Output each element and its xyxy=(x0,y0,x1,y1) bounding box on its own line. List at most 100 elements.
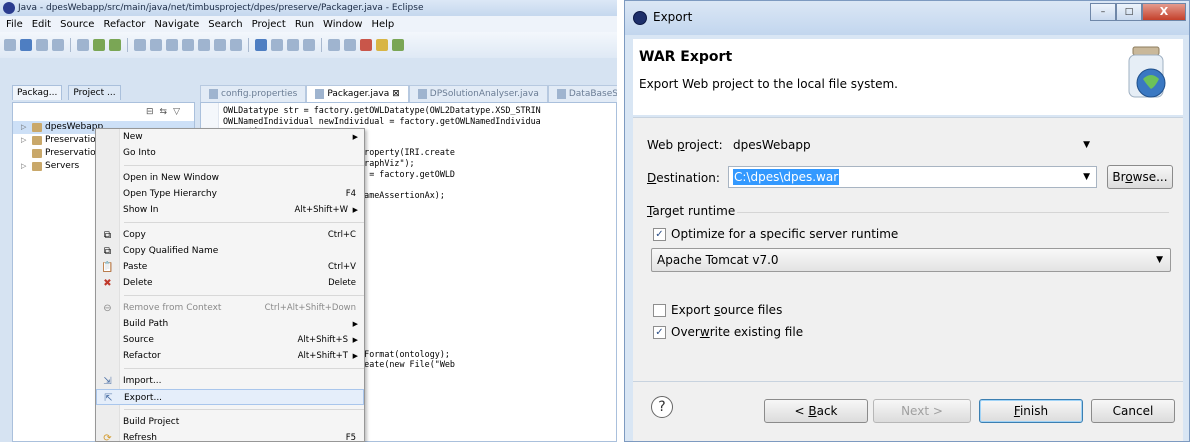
wizard-header: WAR Export Export Web project to the loc… xyxy=(633,39,1183,115)
editor-tab-database[interactable]: DataBaseSche xyxy=(547,85,617,102)
menu-file[interactable]: File xyxy=(6,19,23,30)
menu-item-build-path[interactable]: Build Path ▶ xyxy=(96,316,364,332)
toolbar-tool-icon[interactable] xyxy=(166,39,178,51)
toolbar-tool-icon[interactable] xyxy=(376,39,388,51)
tab-project-explorer[interactable]: Project ... xyxy=(68,84,121,100)
menu-item-show-in[interactable]: Show In Alt+Shift+W ▶ xyxy=(96,202,364,218)
toolbar-tool-icon[interactable] xyxy=(344,39,356,51)
properties-file-icon xyxy=(209,89,218,99)
save-icon[interactable] xyxy=(20,39,32,51)
web-project-combo[interactable]: dpesWebapp ▼ xyxy=(728,134,1097,156)
editor-tab-dpsolution[interactable]: DPSolutionAnalyser.java xyxy=(408,85,548,102)
overwrite-label: Overwrite existing file xyxy=(671,325,803,339)
menu-item-new[interactable]: New ▶ xyxy=(96,129,364,145)
expand-arrow-icon[interactable]: ▷ xyxy=(21,134,29,147)
collapse-all-icon[interactable]: ⊟ xyxy=(146,107,154,117)
toolbar-tool-icon[interactable] xyxy=(271,39,283,51)
menu-window[interactable]: Window xyxy=(323,19,362,30)
menu-item-delete[interactable]: ✖ Delete Delete xyxy=(96,275,364,291)
toolbar-tool-icon[interactable] xyxy=(214,39,226,51)
cancel-button[interactable]: Cancel xyxy=(1091,399,1175,423)
new-icon[interactable] xyxy=(4,39,16,51)
chevron-down-icon[interactable]: ▼ xyxy=(1156,249,1163,271)
menu-item-refactor[interactable]: Refactor Alt+Shift+T ▶ xyxy=(96,348,364,364)
menu-item-label: Build Project xyxy=(123,417,180,427)
menu-refactor[interactable]: Refactor xyxy=(103,19,145,30)
stop-icon[interactable] xyxy=(360,39,372,51)
menu-separator xyxy=(124,222,364,223)
menu-item-label: Build Path xyxy=(123,319,169,329)
button-text: wse... xyxy=(1132,170,1168,184)
run-icon[interactable] xyxy=(109,39,121,51)
menu-project[interactable]: Project xyxy=(252,19,286,30)
build-icon[interactable] xyxy=(77,39,89,51)
finish-button[interactable]: Finish xyxy=(979,399,1083,423)
toolbar-tool-icon[interactable] xyxy=(303,39,315,51)
menu-item-import[interactable]: ⇲ Import... xyxy=(96,373,364,389)
mnemonic: B xyxy=(808,404,817,418)
close-button[interactable]: X xyxy=(1142,3,1186,21)
next-button[interactable]: Next > xyxy=(873,399,971,423)
menu-item-export[interactable]: ⇱ Export... xyxy=(96,389,364,405)
menu-edit[interactable]: Edit xyxy=(32,19,51,30)
browse-button[interactable]: Browse... xyxy=(1107,165,1173,189)
eclipse-menu-bar: File Edit Source Refactor Navigate Searc… xyxy=(0,16,617,32)
close-icon[interactable]: ⊠ xyxy=(392,89,400,99)
tab-package-explorer[interactable]: Packag... xyxy=(12,84,63,100)
wizard-description: Export Web project to the local file sys… xyxy=(639,77,898,91)
help-icon[interactable]: ? xyxy=(651,396,673,418)
menu-search[interactable]: Search xyxy=(208,19,242,30)
destination-combo[interactable]: C:\dpes\dpes.war ▼ xyxy=(728,166,1097,188)
editor-tab-label: config.properties xyxy=(221,89,298,99)
menu-item-remove-from-context[interactable]: ⊖ Remove from Context Ctrl+Alt+Shift+Down xyxy=(96,300,364,316)
menu-source[interactable]: Source xyxy=(60,19,94,30)
print-icon[interactable] xyxy=(52,39,64,51)
toolbar-tool-icon[interactable] xyxy=(134,39,146,51)
menu-item-paste[interactable]: 📋 Paste Ctrl+V xyxy=(96,259,364,275)
debug-icon[interactable] xyxy=(93,39,105,51)
toolbar-tool-icon[interactable] xyxy=(287,39,299,51)
runtime-select[interactable]: Apache Tomcat v7.0 ▼ xyxy=(651,248,1171,272)
button-text: < xyxy=(794,404,809,418)
wizard-title: WAR Export xyxy=(639,49,733,65)
run-config-icon[interactable] xyxy=(392,39,404,51)
toolbar-tool-icon[interactable] xyxy=(230,39,242,51)
chevron-down-icon[interactable]: ▼ xyxy=(1083,167,1090,187)
expand-arrow-icon[interactable]: ▷ xyxy=(21,121,29,134)
chevron-down-icon[interactable]: ▼ xyxy=(1083,135,1090,155)
editor-tab-config[interactable]: config.properties xyxy=(200,85,307,102)
menu-item-refresh[interactable]: ⟳ Refresh F5 xyxy=(96,430,364,441)
optimize-checkbox[interactable]: ✓ xyxy=(653,228,666,241)
menu-run[interactable]: Run xyxy=(295,19,314,30)
eclipse-title: Java - dpesWebapp/src/main/java/net/timb… xyxy=(18,3,424,13)
export-source-checkbox[interactable] xyxy=(653,304,666,317)
toolbar-tool-icon[interactable] xyxy=(182,39,194,51)
toolbar-tool-icon[interactable] xyxy=(328,39,340,51)
menu-navigate[interactable]: Navigate xyxy=(154,19,199,30)
view-menu-icon[interactable]: ▽ xyxy=(173,107,180,117)
menu-help[interactable]: Help xyxy=(371,19,394,30)
code-line[interactable]: OWLDatatype str = factory.getOWLDatatype… xyxy=(223,105,616,116)
overwrite-checkbox[interactable]: ✓ xyxy=(653,326,666,339)
code-line[interactable]: OWLNamedIndividual newIndividual = facto… xyxy=(223,116,616,127)
toolbar-tool-icon[interactable] xyxy=(198,39,210,51)
menu-item-go-into[interactable]: Go Into xyxy=(96,145,364,161)
menu-item-copy[interactable]: ⧉ Copy Ctrl+C xyxy=(96,227,364,243)
menu-item-source[interactable]: Source Alt+Shift+S ▶ xyxy=(96,332,364,348)
mnemonic: w xyxy=(699,325,710,339)
menu-item-open-type-hierarchy[interactable]: Open Type Hierarchy F4 xyxy=(96,186,364,202)
editor-tab-packager[interactable]: Packager.java ⊠ xyxy=(306,85,409,102)
save-all-icon[interactable] xyxy=(36,39,48,51)
menu-item-build-project[interactable]: Build Project xyxy=(96,414,364,430)
link-editor-icon[interactable]: ⇆ xyxy=(160,107,168,117)
tree-item-label: Preservatio xyxy=(45,148,96,158)
menu-item-open-in-new-window[interactable]: Open in New Window xyxy=(96,170,364,186)
submenu-arrow-icon: ▶ xyxy=(352,320,358,328)
back-button[interactable]: < Back xyxy=(764,399,868,423)
menu-item-copy-qualified-name[interactable]: ⧉ Copy Qualified Name xyxy=(96,243,364,259)
minimize-button[interactable]: – xyxy=(1090,3,1116,21)
search-icon[interactable] xyxy=(255,39,267,51)
maximize-button[interactable]: □ xyxy=(1116,3,1142,21)
expand-arrow-icon[interactable]: ▷ xyxy=(21,160,29,173)
toolbar-tool-icon[interactable] xyxy=(150,39,162,51)
